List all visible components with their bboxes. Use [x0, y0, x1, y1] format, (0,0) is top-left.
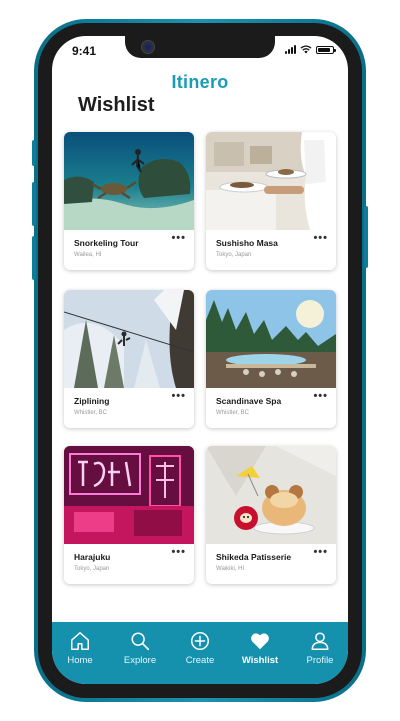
wishlist-card[interactable]: Sushisho Masa Tokyo, Japan ••• — [206, 132, 336, 270]
status-time: 9:41 — [72, 44, 97, 58]
card-location: Tokyo, Japan — [216, 252, 252, 258]
more-options-button[interactable]: ••• — [313, 390, 328, 402]
cellular-signal-icon — [285, 45, 296, 54]
card-title: Snorkeling Tour — [74, 238, 139, 248]
tab-explore[interactable]: Explore — [112, 630, 168, 666]
more-options-button[interactable]: ••• — [171, 546, 186, 558]
tab-label: Home — [67, 655, 93, 666]
notch — [125, 36, 275, 58]
snowy-forest-zipline-photo — [64, 290, 194, 388]
card-title: Ziplining — [74, 396, 110, 406]
card-title: Sushisho Masa — [216, 238, 278, 248]
restaurant-waiter-photo — [206, 132, 336, 230]
mute-switch — [32, 140, 36, 166]
more-options-button[interactable]: ••• — [171, 390, 186, 402]
volume-up-button — [32, 182, 36, 226]
card-location: Wailea, HI — [74, 252, 102, 258]
card-location: Tokyo, Japan — [74, 566, 110, 572]
user-icon — [311, 632, 329, 650]
heart-icon — [251, 633, 269, 650]
tab-profile[interactable]: Profile — [292, 630, 348, 666]
wishlist-card[interactable]: Snorkeling Tour Wailea, HI ••• — [64, 132, 194, 270]
plus-circle-icon — [191, 632, 209, 650]
more-options-button[interactable]: ••• — [313, 546, 328, 558]
tab-wishlist[interactable]: Wishlist — [232, 630, 288, 666]
card-title: Harajuku — [74, 552, 111, 562]
app-screen: 9:41 Itinero Wishlist Snorkeling Tour Wa… — [52, 36, 348, 684]
more-options-button[interactable]: ••• — [171, 232, 186, 244]
tab-label: Wishlist — [241, 655, 279, 666]
tab-label: Explore — [123, 655, 157, 666]
wifi-icon — [300, 45, 312, 54]
underwater-turtle-photo — [64, 132, 194, 230]
cream-puff-dessert-photo — [206, 446, 336, 544]
card-title: Scandinave Spa — [216, 396, 282, 406]
forest-spa-pool-photo — [206, 290, 336, 388]
tab-home[interactable]: Home — [52, 630, 108, 666]
card-location: Whistler, BC — [74, 410, 108, 416]
card-title: Shikeda Patisserie — [216, 552, 292, 562]
wishlist-card[interactable]: Shikeda Patisserie Waikiki, HI ••• — [206, 446, 336, 584]
tab-create[interactable]: Create — [172, 630, 228, 666]
wishlist-card[interactable]: Scandinave Spa Whistler, BC ••• — [206, 290, 336, 428]
wishlist-card[interactable]: Harajuku Tokyo, Japan ••• — [64, 446, 194, 584]
tab-label: Profile — [306, 655, 334, 666]
bottom-tab-bar: Home Explore Create Wishlist Profile — [52, 622, 348, 684]
page-title: Wishlist — [78, 94, 155, 116]
battery-icon — [316, 45, 336, 54]
card-location: Whistler, BC — [216, 410, 250, 416]
app-logo: Itinero — [171, 72, 229, 92]
front-camera — [141, 40, 155, 54]
neon-signs-street-photo — [64, 446, 194, 544]
status-icons — [285, 45, 336, 54]
home-icon — [71, 632, 89, 650]
search-icon — [131, 632, 150, 651]
more-options-button[interactable]: ••• — [313, 232, 328, 244]
tab-label: Create — [185, 655, 215, 666]
volume-down-button — [32, 236, 36, 280]
wishlist-card[interactable]: Ziplining Whistler, BC ••• — [64, 290, 194, 428]
card-location: Waikiki, HI — [216, 566, 245, 572]
power-button — [364, 206, 368, 268]
